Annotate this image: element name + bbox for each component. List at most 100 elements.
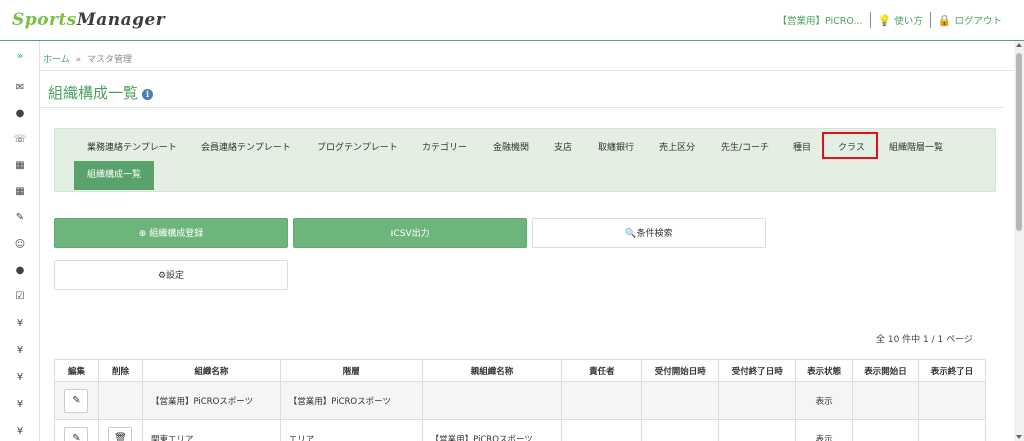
tab-member-template[interactable]: 会員連絡テンプレート — [201, 140, 291, 153]
col-edit: 編集 — [54, 359, 99, 382]
settings-button[interactable]: ⚙設定 — [54, 260, 288, 290]
yen-icon[interactable]: ¥ — [0, 372, 40, 383]
cell-display-start — [852, 419, 919, 441]
org-table: 編集 削除 組織名称 階層 親組織名称 責任者 受付開始日時 受付終了日時 表示… — [54, 359, 986, 441]
pencil-icon[interactable]: ✎ — [0, 212, 40, 223]
cell-display-start — [852, 381, 919, 420]
tab-org-structure[interactable]: 組織構成一覧 — [74, 161, 154, 190]
sidebar: » ✉ ● ☏ ▦ ▦ ✎ ☺ ● ☑ ¥ ¥ ¥ ¥ ¥ — [0, 41, 40, 441]
yen-icon[interactable]: ¥ — [0, 345, 40, 356]
pagination-info: 全 10 件中 1 / 1 ページ — [876, 335, 973, 345]
col-org-name[interactable]: 組織名称 — [141, 359, 281, 382]
tab-teacher-coach[interactable]: 先生/コーチ — [721, 140, 769, 153]
cell-org-name: 【営業用】PiCROスポーツ — [141, 381, 281, 420]
divider — [869, 12, 871, 28]
table-row: ✎ 【営業用】PiCROスポーツ 【営業用】PiCROスポーツ 表示 — [54, 381, 986, 420]
scroll-down-arrow-icon[interactable] — [1016, 435, 1022, 439]
col-delete: 削除 — [97, 359, 143, 382]
tab-org-hierarchy[interactable]: 組織階層一覧 — [889, 140, 943, 153]
logout-link[interactable]: ログアウト — [954, 13, 1002, 27]
cell-level: 【営業用】PiCROスポーツ — [279, 381, 423, 420]
cell-org-name: 関東エリア — [141, 419, 281, 441]
edit-cell: ✎ — [54, 419, 99, 441]
cell-display-end — [918, 419, 986, 441]
phone-icon[interactable]: ☏ — [0, 134, 40, 145]
trash-icon[interactable]: 🗑 — [108, 426, 133, 441]
delete-cell — [97, 381, 143, 420]
table-row: ✎ 🗑 関東エリア エリア 【営業用】PiCROスポーツ 表示 — [54, 419, 986, 441]
col-display-end[interactable]: 表示終了日 — [918, 359, 986, 382]
edit-pencil-icon[interactable]: ✎ — [64, 388, 89, 413]
search-button[interactable]: 🔍条件検索 — [532, 218, 766, 248]
cell-parent — [421, 381, 563, 420]
plus-circle-icon: ⊕ — [138, 229, 147, 239]
col-accept-end[interactable]: 受付終了日時 — [718, 359, 797, 382]
csv-export-button[interactable]: ⭳CSV出力 — [293, 218, 527, 248]
page-title: 組織構成一覧 i — [48, 82, 154, 103]
divider — [40, 107, 1004, 108]
breadcrumb: ホーム » マスタ管理 — [43, 52, 132, 65]
edit-cell: ✎ — [54, 381, 99, 420]
col-level[interactable]: 階層 — [279, 359, 423, 382]
search-icon: 🔍 — [625, 229, 637, 239]
tab-financial-institution[interactable]: 金融機関 — [493, 140, 529, 153]
breadcrumb-current: マスタ管理 — [87, 55, 133, 65]
col-manager[interactable]: 責任者 — [561, 359, 643, 382]
cell-status: 表示 — [795, 381, 854, 420]
tab-blog-template[interactable]: ブログテンプレート — [317, 140, 398, 153]
col-accept-start[interactable]: 受付開始日時 — [641, 359, 720, 382]
divider — [929, 12, 931, 28]
edit-pencil-icon[interactable]: ✎ — [64, 426, 89, 441]
cell-status: 表示 — [795, 419, 854, 441]
master-tabs: 業務連絡テンプレート 会員連絡テンプレート ブログテンプレート カテゴリー 金融… — [54, 128, 996, 192]
tab-business-template[interactable]: 業務連絡テンプレート — [87, 140, 177, 153]
col-parent[interactable]: 親組織名称 — [421, 359, 563, 382]
cell-accept-start — [641, 381, 720, 420]
yen-icon[interactable]: ¥ — [0, 399, 40, 410]
cell-parent: 【営業用】PiCROスポーツ — [421, 419, 563, 441]
divider — [40, 70, 1014, 71]
yen-icon[interactable]: ¥ — [0, 426, 40, 437]
comment-icon[interactable]: ● — [0, 108, 40, 119]
scroll-up-arrow-icon[interactable] — [1016, 43, 1022, 47]
header-actions: 【営業用】PiCRO... 💡 使い方 🔒 ログアウト — [778, 12, 1002, 28]
logo[interactable]: SportsManager — [12, 10, 165, 30]
yen-icon[interactable]: ¥ — [0, 318, 40, 329]
cell-manager — [561, 381, 643, 420]
cell-accept-end — [718, 381, 797, 420]
envelope-icon[interactable]: ✉ — [0, 82, 40, 93]
calendar-icon[interactable]: ▦ — [0, 160, 40, 171]
tab-branch[interactable]: 支店 — [554, 140, 572, 153]
cell-display-end — [918, 381, 986, 420]
tab-category[interactable]: カテゴリー — [422, 140, 467, 153]
help-link[interactable]: 使い方 — [894, 13, 923, 27]
lightbulb-icon: 💡 — [877, 13, 892, 27]
register-button[interactable]: ⊕ 組織構成登録 — [54, 218, 288, 248]
scrollbar[interactable] — [1014, 41, 1024, 441]
info-icon[interactable]: i — [142, 89, 154, 100]
tab-collecting-bank[interactable]: 取纏銀行 — [598, 140, 634, 153]
lock-icon: 🔒 — [937, 13, 952, 27]
breadcrumb-separator: » — [75, 55, 82, 65]
sidebar-toggle-icon[interactable]: » — [0, 49, 40, 62]
checkbox-icon[interactable]: ☑ — [0, 291, 40, 302]
calendar-check-icon[interactable]: ▦ — [0, 186, 40, 197]
delete-cell: 🗑 — [97, 419, 143, 441]
scroll-thumb[interactable] — [1016, 53, 1022, 231]
table-header-row: 編集 削除 組織名称 階層 親組織名称 責任者 受付開始日時 受付終了日時 表示… — [54, 359, 986, 382]
breadcrumb-home[interactable]: ホーム — [43, 55, 70, 65]
col-status[interactable]: 表示状態 — [795, 359, 854, 382]
tab-class[interactable]: クラス — [838, 140, 865, 153]
cell-manager — [561, 419, 643, 441]
smile-icon[interactable]: ☺ — [0, 239, 40, 250]
tab-sales-category[interactable]: 売上区分 — [659, 140, 695, 153]
top-bar: SportsManager 【営業用】PiCRO... 💡 使い方 🔒 ログアウ… — [0, 0, 1024, 41]
user-icon[interactable]: ● — [0, 265, 40, 276]
cell-accept-end — [718, 419, 797, 441]
cell-level: エリア — [279, 419, 423, 441]
gear-icon: ⚙ — [157, 271, 167, 281]
tab-event-type[interactable]: 種目 — [793, 140, 811, 153]
account-link[interactable]: 【営業用】PiCRO... — [778, 13, 863, 27]
cell-accept-start — [641, 419, 720, 441]
col-display-start[interactable]: 表示開始日 — [852, 359, 919, 382]
